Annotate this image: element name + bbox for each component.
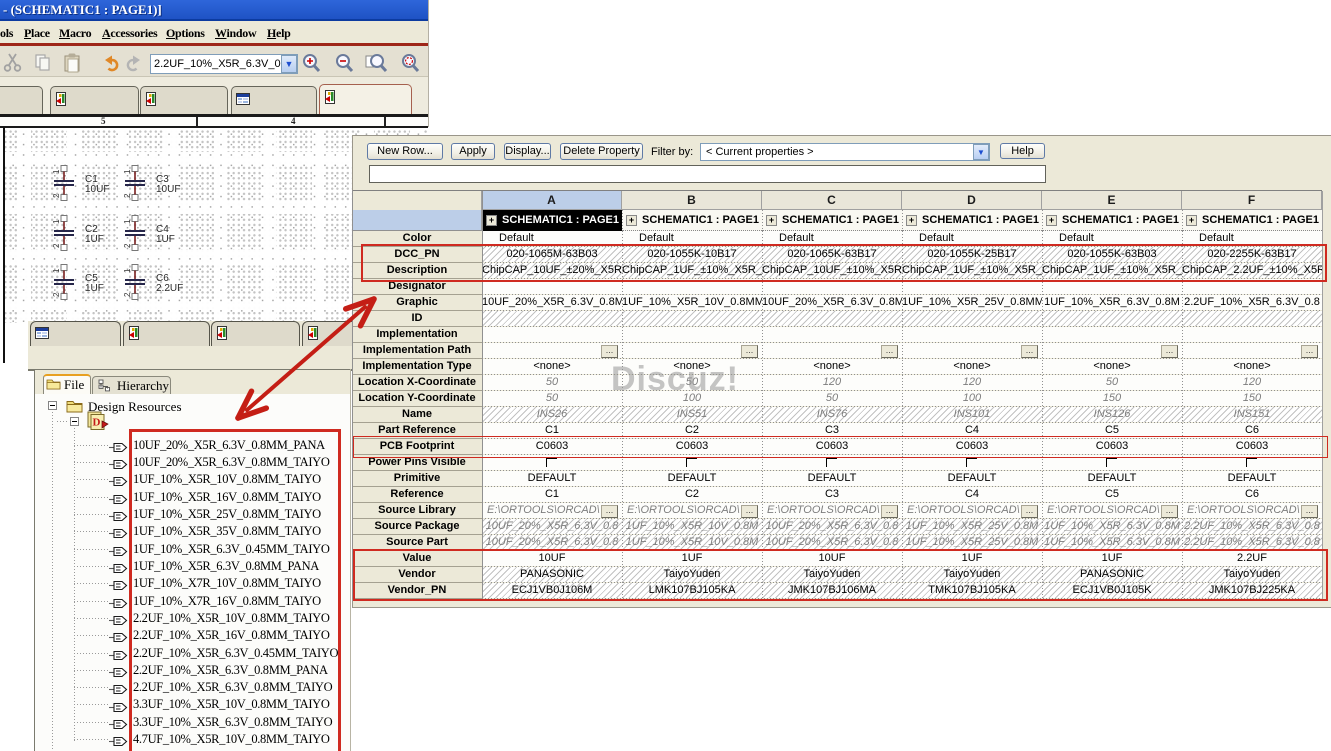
svg-text:2: 2 [123,292,132,297]
svg-text:2: 2 [123,193,132,198]
svg-text:10UF: 10UF [85,184,109,195]
svg-text:1UF: 1UF [85,283,104,294]
svg-text:1: 1 [123,219,132,224]
svg-text:1: 1 [52,268,61,273]
svg-text:1: 1 [123,268,132,273]
svg-text:2: 2 [52,243,61,248]
svg-text:10UF: 10UF [156,184,180,195]
svg-text:1: 1 [52,169,61,174]
svg-text:D: D [93,417,101,429]
svg-text:2.2UF: 2.2UF [156,283,183,294]
svg-text:1: 1 [123,169,132,174]
svg-text:2: 2 [52,292,61,297]
svg-text:1: 1 [52,219,61,224]
svg-text:2: 2 [52,193,61,198]
svg-text:2: 2 [123,243,132,248]
svg-text:1UF: 1UF [85,234,104,245]
svg-text:1UF: 1UF [156,234,175,245]
